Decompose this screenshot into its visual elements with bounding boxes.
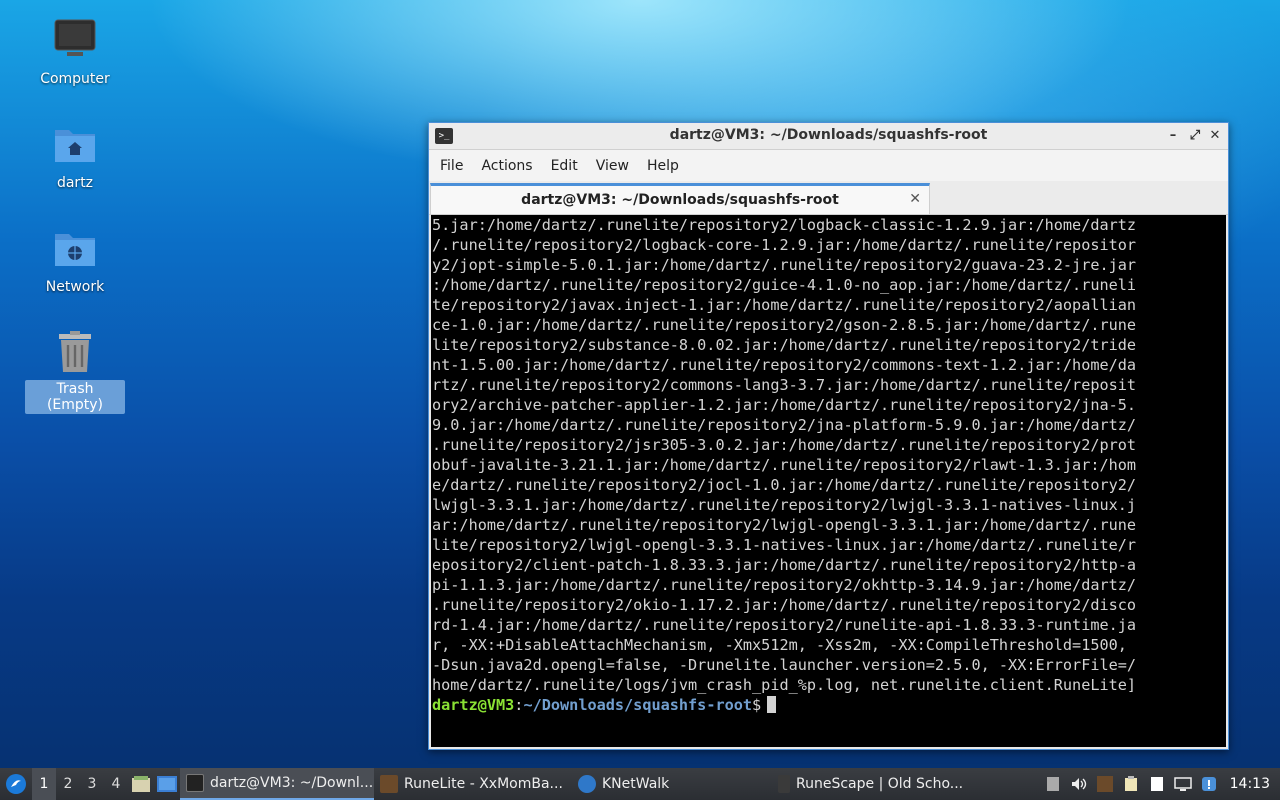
tab-terminal[interactable]: dartz@VM3: ~/Downloads/squashfs-root ✕ — [430, 183, 930, 214]
menu-edit[interactable]: Edit — [542, 154, 587, 178]
terminal-line: ory2/archive-patcher-applier-1.2.jar:/ho… — [432, 396, 1137, 414]
terminal-line: e/dartz/.runelite/repository2/jocl-1.0.j… — [432, 476, 1137, 494]
task-label: KNetWalk — [602, 776, 670, 792]
terminal-line: rd-1.4.jar:/home/dartz/.runelite/reposit… — [432, 616, 1137, 634]
file-manager-icon — [132, 776, 150, 792]
trash-icon — [53, 330, 97, 374]
menubar: File Actions Edit View Help — [429, 150, 1228, 181]
update-notifier-icon[interactable] — [1196, 768, 1222, 800]
home-folder-icon — [53, 122, 97, 166]
desktop-icon — [157, 776, 177, 792]
system-tray: 14:13 — [1040, 768, 1280, 800]
terminal-line: -Dsun.java2d.opengl=false, -Drunelite.la… — [432, 656, 1137, 674]
task-runelite[interactable]: RuneLite - XxMomBa... — [374, 768, 572, 800]
notes-icon[interactable] — [1144, 768, 1170, 800]
terminal-line: y2/jopt-simple-5.0.1.jar:/home/dartz/.ru… — [432, 256, 1137, 274]
terminal-line: pi-1.1.3.jar:/home/dartz/.runelite/repos… — [432, 576, 1137, 594]
desktop-icon-dartz[interactable]: dartz — [25, 122, 125, 192]
terminal-line: lwjgl-3.3.1.jar:/home/dartz/.runelite/re… — [432, 496, 1137, 514]
terminal-line: ce-1.0.jar:/home/dartz/.runelite/reposit… — [432, 316, 1137, 334]
task-label: RuneLite - XxMomBa... — [404, 776, 563, 792]
prompt-symbol: $ — [752, 696, 762, 714]
terminal-line: rtz/.runelite/repository2/commons-lang3-… — [432, 376, 1137, 394]
runelite-icon — [380, 775, 398, 793]
desktop-icon-trash[interactable]: Trash (Empty) — [25, 330, 125, 414]
workspace-3[interactable]: 3 — [80, 768, 104, 800]
monitor-icon[interactable] — [1170, 768, 1196, 800]
terminal-line: home/dartz/.runelite/logs/jvm_crash_pid_… — [432, 676, 1137, 694]
terminal-line: 9.0.jar:/home/dartz/.runelite/repository… — [432, 416, 1137, 434]
keyboard-layout-icon[interactable] — [1040, 768, 1066, 800]
task-label: RuneScape | Old Scho... — [796, 776, 964, 792]
prompt-path: ~/Downloads/squashfs-root — [523, 696, 753, 714]
workspace-2[interactable]: 2 — [56, 768, 80, 800]
window-titlebar[interactable]: >_ dartz@VM3: ~/Downloads/squashfs-root … — [429, 123, 1228, 150]
terminal-line: lite/repository2/substance-8.0.02.jar:/h… — [432, 336, 1137, 354]
desktop-icon-label: Trash (Empty) — [25, 380, 125, 414]
knetwalk-icon — [578, 775, 596, 793]
network-folder-icon — [53, 226, 97, 270]
terminal-line: /.runelite/repository2/logback-core-1.2.… — [432, 236, 1137, 254]
terminal-window[interactable]: >_ dartz@VM3: ~/Downloads/squashfs-root … — [428, 122, 1229, 750]
workspace-1[interactable]: 1 — [32, 768, 56, 800]
terminal-line: .runelite/repository2/jsr305-3.0.2.jar:/… — [432, 436, 1137, 454]
workspace-4[interactable]: 4 — [104, 768, 128, 800]
window-title: dartz@VM3: ~/Downloads/squashfs-root — [669, 127, 988, 143]
lubuntu-logo-icon — [6, 774, 26, 794]
volume-icon[interactable] — [1066, 768, 1092, 800]
desktop-icon-computer[interactable]: Computer — [25, 18, 125, 88]
terminal-line: te/repository2/javax.inject-1.jar:/home/… — [432, 296, 1137, 314]
task-label: dartz@VM3: ~/Downl... — [210, 775, 374, 791]
task-runescape[interactable]: RuneScape | Old Scho... — [772, 768, 972, 800]
terminal-icon — [186, 774, 204, 792]
runescape-icon — [778, 775, 790, 793]
terminal-cursor — [767, 696, 777, 713]
show-desktop-button[interactable] — [154, 768, 180, 800]
desktop-icon-label: Computer — [40, 71, 110, 87]
start-menu-button[interactable] — [0, 768, 32, 800]
desktop-icon-label: Network — [45, 279, 105, 295]
terminal-output[interactable]: 5.jar:/home/dartz/.runelite/repository2/… — [431, 215, 1226, 747]
terminal-line: :/home/dartz/.runelite/repository2/guice… — [432, 276, 1137, 294]
clipboard-icon[interactable] — [1118, 768, 1144, 800]
close-button[interactable]: ✕ — [1206, 126, 1224, 146]
terminal-line: epository2/client-patch-1.8.33.3.jar:/ho… — [432, 556, 1137, 574]
terminal-line: r, -XX:+DisableAttachMechanism, -Xmx512m… — [432, 636, 1127, 654]
terminal-line: obuf-javalite-3.21.1.jar:/home/dartz/.ru… — [432, 456, 1137, 474]
terminal-prompt-line: dartz@VM3:~/Downloads/squashfs-root$ — [432, 695, 1226, 715]
computer-icon — [53, 18, 97, 62]
file-manager-launcher[interactable] — [128, 768, 154, 800]
terminal-line: 5.jar:/home/dartz/.runelite/repository2/… — [432, 216, 1137, 234]
menu-view[interactable]: View — [587, 154, 638, 178]
tab-label: dartz@VM3: ~/Downloads/squashfs-root — [521, 192, 839, 208]
menu-file[interactable]: File — [431, 154, 472, 178]
minimize-button[interactable]: – — [1164, 126, 1182, 146]
task-terminal[interactable]: dartz@VM3: ~/Downl... — [180, 768, 374, 800]
tab-bar: dartz@VM3: ~/Downloads/squashfs-root ✕ — [429, 181, 1228, 215]
desktop-icon-network[interactable]: Network — [25, 226, 125, 296]
prompt-user: dartz@VM3 — [432, 696, 515, 714]
menu-actions[interactable]: Actions — [472, 154, 541, 178]
desktop-icon-label: dartz — [56, 175, 94, 191]
clock: 14:13 — [1229, 776, 1270, 792]
maximize-button[interactable]: ⤢ — [1186, 126, 1204, 146]
terminal-line: nt-1.5.00.jar:/home/dartz/.runelite/repo… — [432, 356, 1137, 374]
terminal-line: lite/repository2/lwjgl-opengl-3.3.1-nati… — [432, 536, 1137, 554]
tab-close-icon[interactable]: ✕ — [909, 191, 921, 207]
menu-help[interactable]: Help — [638, 154, 688, 178]
terminal-line: .runelite/repository2/okio-1.17.2.jar:/h… — [432, 596, 1137, 614]
runelite-tray-icon[interactable] — [1092, 768, 1118, 800]
terminal-line: ar:/home/dartz/.runelite/repository2/lwj… — [432, 516, 1137, 534]
taskbar: 1 2 3 4 dartz@VM3: ~/Downl... RuneLite -… — [0, 768, 1280, 800]
task-knetwalk[interactable]: KNetWalk — [572, 768, 772, 800]
